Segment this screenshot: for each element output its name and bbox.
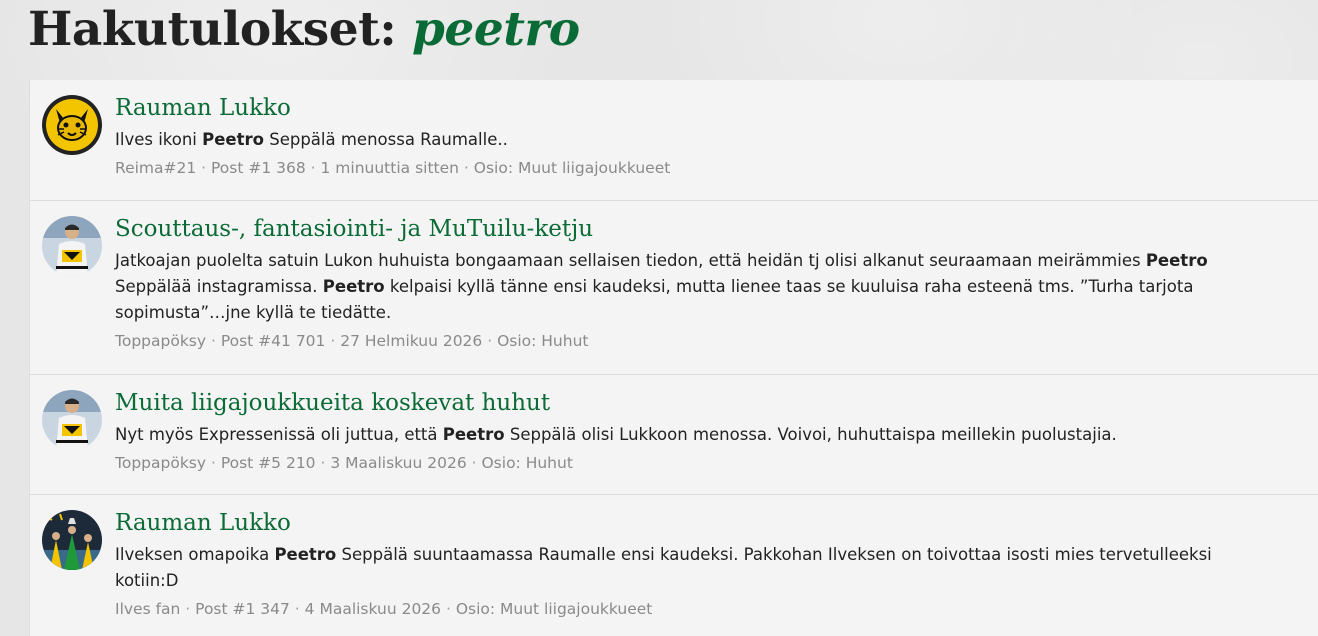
- search-term-highlight: Peetro: [442, 425, 505, 444]
- search-result: Rauman Lukko Ilves ikoni Peetro Seppälä …: [30, 80, 1318, 201]
- result-post-number[interactable]: Post #5 210: [221, 454, 316, 472]
- result-snippet: Ilveksen omapoika Peetro Seppälä suuntaa…: [115, 542, 1291, 594]
- snippet-text: Nyt myös Expressenissä oli juttua, että: [115, 425, 443, 444]
- result-author[interactable]: Toppapöksy: [115, 454, 206, 472]
- search-result: Rauman Lukko Ilveksen omapoika Peetro Se…: [30, 495, 1318, 636]
- result-author[interactable]: Reima#21: [115, 159, 196, 177]
- search-result: Scouttaus-, fantasiointi- ja MuTuilu-ket…: [30, 201, 1318, 375]
- result-post-number[interactable]: Post #41 701: [221, 332, 326, 350]
- result-post-number[interactable]: Post #1 368: [211, 159, 306, 177]
- snippet-text: Seppälä menossa Raumalle..: [263, 130, 508, 149]
- search-term-highlight: Peetro: [202, 130, 264, 149]
- meta-separator: ·: [466, 454, 482, 472]
- snippet-text: Seppälää instagramissa.: [115, 277, 318, 296]
- result-meta: Ilves fan · Post #1 347 · 4 Maaliskuu 20…: [115, 598, 1291, 620]
- meta-separator: ·: [325, 332, 341, 350]
- meta-separator: ·: [196, 159, 212, 177]
- search-term-highlight: Peetro: [1145, 251, 1208, 270]
- meta-separator: ·: [441, 600, 456, 618]
- result-section[interactable]: Osio: Muut liigajoukkueet: [456, 600, 653, 618]
- meta-separator: ·: [482, 332, 498, 350]
- page-title: Hakutulokset: peetro: [28, 2, 580, 58]
- result-time: 4 Maaliskuu 2026: [304, 600, 442, 618]
- snippet-text: Ilves ikoni: [115, 130, 203, 149]
- result-content: Scouttaus-, fantasiointi- ja MuTuilu-ket…: [115, 213, 1291, 352]
- result-meta: Toppapöksy · Post #41 701 · 27 Helmikuu …: [115, 330, 1291, 352]
- hockey-player-avatar[interactable]: [42, 216, 102, 276]
- meta-separator: ·: [458, 159, 474, 177]
- snippet-text: Seppälä olisi Lukkoon menossa. Voivoi, h…: [504, 425, 1117, 444]
- result-snippet: Nyt myös Expressenissä oli juttua, että …: [115, 422, 1291, 448]
- result-snippet: Jatkoajan puolelta satuin Lukon huhuista…: [115, 248, 1291, 326]
- result-content: Rauman Lukko Ilves ikoni Peetro Seppälä …: [115, 92, 1291, 179]
- result-content: Muita liigajoukkueita koskevat huhut Nyt…: [115, 387, 1291, 474]
- meta-separator: ·: [206, 454, 221, 472]
- page-title-prefix: Hakutulokset:: [28, 2, 397, 57]
- result-time: 3 Maaliskuu 2026: [330, 454, 467, 472]
- result-post-number[interactable]: Post #1 347: [195, 600, 290, 618]
- search-results-list: Rauman Lukko Ilves ikoni Peetro Seppälä …: [29, 80, 1318, 636]
- result-section[interactable]: Osio: Muut liigajoukkueet: [474, 159, 671, 177]
- result-title[interactable]: Scouttaus-, fantasiointi- ja MuTuilu-ket…: [115, 213, 1291, 245]
- result-content: Rauman Lukko Ilveksen omapoika Peetro Se…: [115, 507, 1291, 620]
- result-meta: Toppapöksy · Post #5 210 · 3 Maaliskuu 2…: [115, 452, 1291, 474]
- result-time: 27 Helmikuu 2026: [340, 332, 483, 350]
- meta-separator: ·: [305, 159, 321, 177]
- search-term-highlight: Peetro: [322, 277, 385, 296]
- hockey-player-avatar[interactable]: [42, 390, 102, 450]
- team-celebration-avatar[interactable]: [42, 510, 102, 570]
- result-author[interactable]: Ilves fan: [115, 600, 180, 618]
- lynx-logo-avatar[interactable]: [42, 95, 102, 155]
- search-query: peetro: [412, 2, 580, 57]
- result-time: 1 minuuttia sitten: [320, 159, 459, 177]
- snippet-text: Ilveksen omapoika: [115, 545, 275, 564]
- result-snippet: Ilves ikoni Peetro Seppälä menossa Rauma…: [115, 127, 1291, 153]
- search-result: Muita liigajoukkueita koskevat huhut Nyt…: [30, 375, 1318, 495]
- meta-separator: ·: [206, 332, 221, 350]
- result-section[interactable]: Osio: Huhut: [481, 454, 572, 472]
- meta-separator: ·: [289, 600, 305, 618]
- result-section[interactable]: Osio: Huhut: [497, 332, 588, 350]
- meta-separator: ·: [315, 454, 331, 472]
- result-title[interactable]: Rauman Lukko: [115, 507, 1291, 539]
- result-title[interactable]: Rauman Lukko: [115, 92, 1291, 124]
- snippet-text: Jatkoajan puolelta satuin Lukon huhuista…: [115, 251, 1146, 270]
- result-author[interactable]: Toppapöksy: [115, 332, 206, 350]
- search-term-highlight: Peetro: [274, 545, 337, 564]
- result-meta: Reima#21 · Post #1 368 · 1 minuuttia sit…: [115, 157, 1291, 179]
- result-title[interactable]: Muita liigajoukkueita koskevat huhut: [115, 387, 1291, 419]
- meta-separator: ·: [180, 600, 196, 618]
